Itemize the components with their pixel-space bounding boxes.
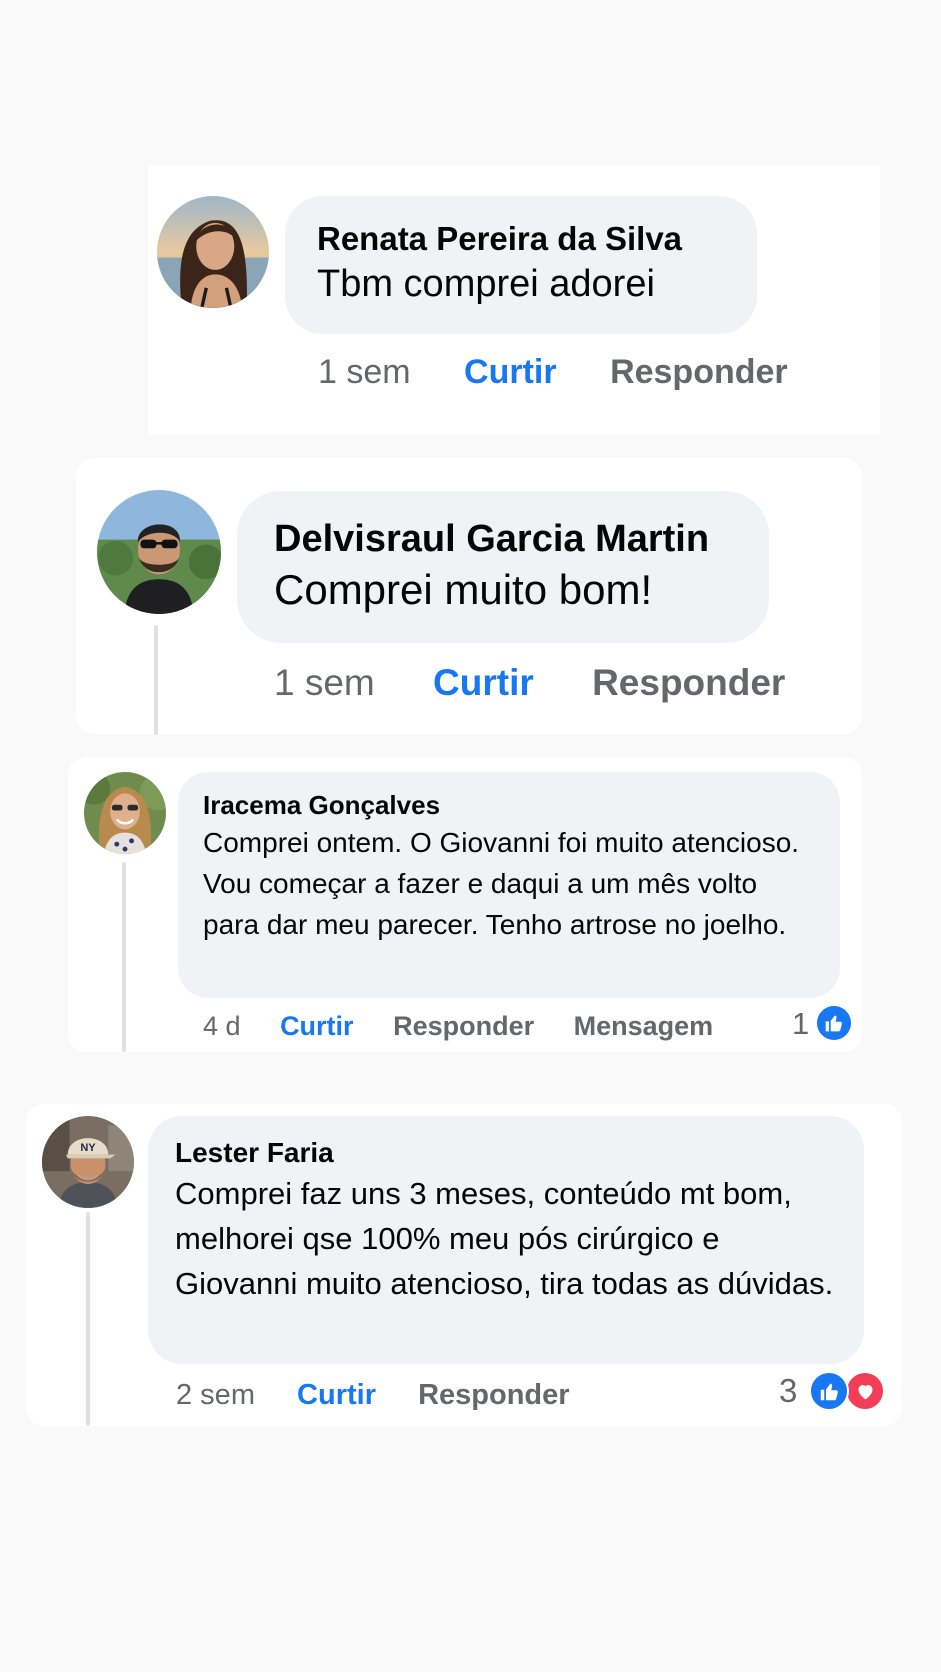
comment-bubble: Renata Pereira da Silva Tbm comprei ador… xyxy=(285,196,757,334)
love-icon xyxy=(845,1371,885,1411)
comment-author[interactable]: Delvisraul Garcia Martin xyxy=(274,515,732,563)
reply-button[interactable]: Responder xyxy=(592,662,785,703)
like-button[interactable]: Curtir xyxy=(433,662,534,703)
comment-text: Tbm comprei adorei xyxy=(317,263,655,305)
reaction-count[interactable]: 3 xyxy=(779,1371,797,1411)
avatar-photo xyxy=(97,490,221,614)
comment-actions: 1 sem Curtir Responder xyxy=(274,659,785,707)
avatar[interactable]: NY xyxy=(42,1116,134,1208)
comment-time[interactable]: 1 sem xyxy=(274,662,375,703)
avatar-photo xyxy=(84,772,166,854)
thread-line xyxy=(154,625,158,735)
comment-bubble: Delvisraul Garcia Martin Comprei muito b… xyxy=(237,491,769,643)
reply-button[interactable]: Responder xyxy=(418,1379,569,1411)
comment-author[interactable]: Renata Pereira da Silva xyxy=(317,218,725,260)
like-button[interactable]: Curtir xyxy=(297,1379,376,1411)
comment-bubble: Lester Faria Comprei faz uns 3 meses, co… xyxy=(148,1116,864,1364)
reply-button[interactable]: Responder xyxy=(610,353,788,391)
reply-button[interactable]: Responder xyxy=(393,1011,534,1041)
like-icon xyxy=(815,1004,853,1042)
like-icon xyxy=(809,1371,849,1411)
comment-bubble: Iracema Gonçalves Comprei ontem. O Giova… xyxy=(178,772,840,998)
avatar-photo xyxy=(157,196,269,308)
comment-text: Comprei faz uns 3 meses, conteúdo mt bom… xyxy=(175,1176,834,1301)
like-button[interactable]: Curtir xyxy=(280,1011,354,1041)
thread-line xyxy=(122,862,126,1052)
svg-text:NY: NY xyxy=(80,1142,96,1154)
comment-text: Comprei muito bom! xyxy=(274,566,653,613)
comment-time[interactable]: 1 sem xyxy=(318,353,411,391)
like-button[interactable]: Curtir xyxy=(464,353,557,391)
message-button[interactable]: Mensagem xyxy=(574,1011,714,1041)
comment-time[interactable]: 2 sem xyxy=(176,1379,255,1411)
comment-time[interactable]: 4 d xyxy=(203,1011,241,1041)
comment-actions: 1 sem Curtir Responder xyxy=(318,350,788,394)
avatar[interactable] xyxy=(97,490,221,614)
reaction-count[interactable]: 1 xyxy=(792,1005,809,1043)
comment-text: Comprei ontem. O Giovanni foi muito aten… xyxy=(203,827,800,940)
comment-author[interactable]: Lester Faria xyxy=(175,1135,837,1171)
avatar[interactable] xyxy=(84,772,166,854)
comment-actions: 2 sem Curtir Responder xyxy=(176,1376,570,1414)
thread-line xyxy=(86,1212,90,1426)
avatar[interactable] xyxy=(157,196,269,308)
comment-actions: 4 d Curtir Responder Mensagem xyxy=(203,1008,713,1044)
comment-author[interactable]: Iracema Gonçalves xyxy=(203,788,815,822)
avatar-photo: NY xyxy=(42,1116,134,1208)
